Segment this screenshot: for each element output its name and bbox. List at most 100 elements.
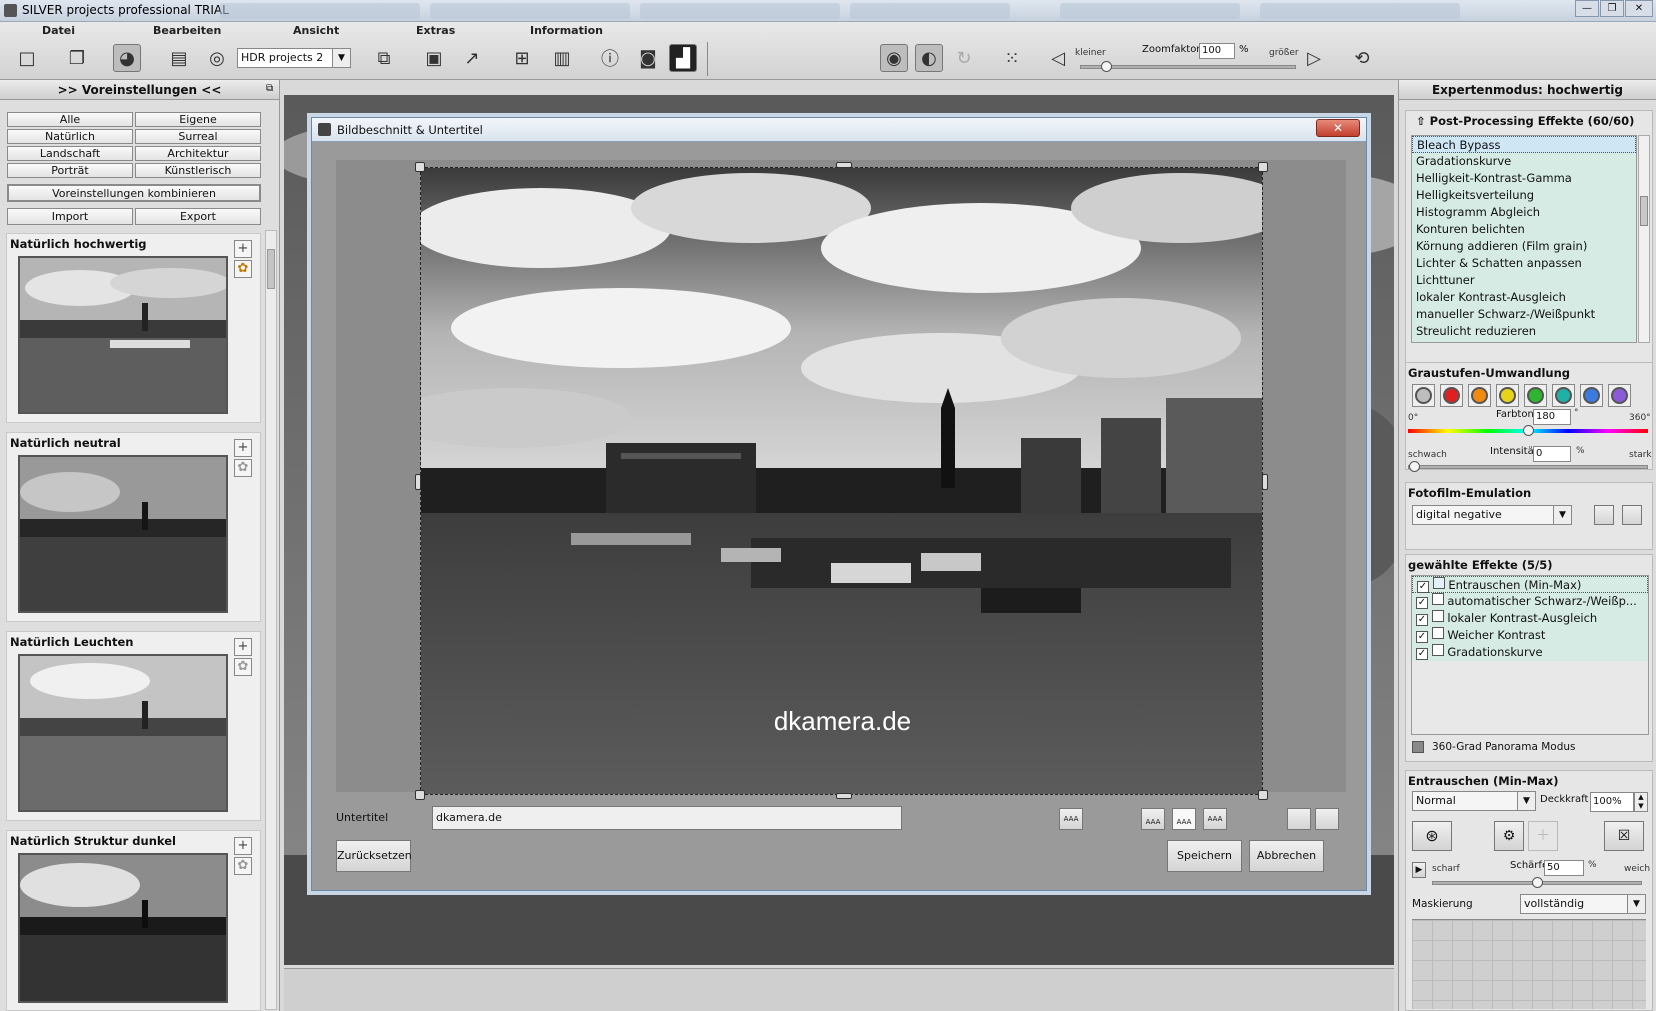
up-arrow-icon[interactable]: ⇧ [1416, 114, 1430, 128]
filter-natuerlich[interactable]: Natürlich [7, 129, 133, 144]
chosen-effects-list[interactable]: ✓ Entrauschen (Min-Max) ✓ automatischer … [1411, 575, 1649, 735]
zoom-slider-knob[interactable] [1101, 61, 1113, 72]
mask-curve-editor[interactable] [1412, 919, 1646, 1009]
checkbox[interactable]: ✓ [1416, 631, 1428, 643]
list-item[interactable]: Gradationskurve [1412, 153, 1636, 170]
export-button[interactable]: Export [135, 208, 261, 225]
scrollbar-thumb[interactable] [267, 249, 275, 289]
filter-landschaft[interactable]: Landschaft [7, 146, 133, 161]
favorite-icon[interactable]: ✿ [234, 857, 252, 875]
add-icon[interactable]: + [234, 439, 252, 457]
intensitaet-slider[interactable] [1408, 461, 1648, 472]
menu-ansicht[interactable]: Ansicht [293, 24, 339, 37]
preset-card[interactable]: Natürlich hochwertig + ✿ [6, 233, 261, 423]
add-icon[interactable]: + [234, 837, 252, 855]
reset-button[interactable]: Zurücksetzen [336, 840, 412, 872]
position-top-icon[interactable] [1315, 808, 1339, 830]
panel-float-icon[interactable]: ⧉ [266, 83, 273, 94]
filter-eigene[interactable]: Eigene [135, 112, 261, 127]
histogram-icon[interactable]: ▟ [669, 44, 697, 72]
farbton-slider-knob[interactable] [1523, 425, 1534, 436]
list-item[interactable]: Lichttuner [1412, 272, 1636, 289]
redo-icon[interactable]: ↻ [950, 44, 978, 72]
list-item[interactable]: Körnung addieren (Film grain) [1412, 238, 1636, 255]
export-icon[interactable]: ▣ [420, 44, 448, 72]
panorama-checkbox[interactable] [1412, 741, 1424, 753]
share-icon[interactable]: ↗ [458, 44, 486, 72]
list-item[interactable]: Helligkeit-Kontrast-Gamma [1412, 170, 1636, 187]
schaerfe-slider-knob[interactable] [1532, 877, 1543, 888]
film-settings-icon[interactable] [1594, 505, 1614, 525]
filter-alle[interactable]: Alle [7, 112, 133, 127]
preview-mask-icon[interactable]: ⊛ [1412, 821, 1452, 851]
crop-handle[interactable] [415, 474, 421, 490]
preview-eye-icon[interactable]: ◉ [880, 44, 908, 72]
pp-scrollbar[interactable] [1638, 135, 1650, 343]
crop-handle[interactable] [415, 790, 425, 800]
intensitaet-slider-knob[interactable] [1409, 461, 1420, 472]
presets-scrollbar[interactable] [265, 230, 277, 1010]
favorite-icon[interactable]: ✿ [234, 260, 252, 278]
batch-icon[interactable]: ⧉ [370, 44, 398, 72]
crop-handle[interactable] [415, 162, 425, 172]
minimize-button[interactable]: — [1575, 0, 1599, 17]
checkbox[interactable]: ✓ [1417, 581, 1429, 593]
align-right-icon[interactable]: AAA [1203, 808, 1227, 830]
checkbox[interactable]: ✓ [1416, 648, 1428, 660]
color-filter-button[interactable] [1608, 384, 1631, 407]
blend-select[interactable]: Normal ▼ [1412, 791, 1536, 811]
list-item[interactable]: ✓ lokaler Kontrast-Ausgleich [1412, 610, 1648, 627]
save-icon[interactable]: ▤ [165, 44, 193, 72]
preset-thumbnail[interactable] [18, 853, 228, 1003]
schaerfe-input[interactable]: 50 [1544, 860, 1584, 876]
save-button[interactable]: Speichern [1167, 840, 1242, 872]
open-file-icon[interactable]: ❐ [63, 44, 91, 72]
filter-portraet[interactable]: Porträt [7, 163, 133, 178]
align-center-icon[interactable]: AAA [1172, 808, 1196, 830]
list-item[interactable]: Histogramm Abgleich [1412, 204, 1636, 221]
color-filter-button[interactable] [1552, 384, 1575, 407]
pp-effect-list[interactable]: Bleach Bypass Gradationskurve Helligkeit… [1411, 135, 1637, 343]
list-item[interactable]: lokaler Kontrast-Ausgleich [1412, 289, 1636, 306]
compare-icon[interactable]: ◐ [915, 44, 943, 72]
menu-bearbeiten[interactable]: Bearbeiten [153, 24, 221, 37]
deckkraft-input[interactable]: 100% [1590, 792, 1634, 812]
cancel-button[interactable]: Abbrechen [1249, 840, 1324, 872]
filter-kuenstlerisch[interactable]: Künstlerisch [135, 163, 261, 178]
crop-handle[interactable] [1258, 162, 1268, 172]
list-item[interactable]: Lichter & Schatten anpassen [1412, 255, 1636, 272]
list-item[interactable]: ✓ Gradationskurve [1412, 644, 1648, 661]
mask-select[interactable]: vollständig ▼ [1520, 894, 1646, 914]
color-filter-button[interactable] [1412, 384, 1435, 407]
preset-card[interactable]: Natürlich neutral + ✿ [6, 432, 261, 622]
list-item[interactable]: ✓ Weicher Kontrast [1412, 627, 1648, 644]
layout-icon[interactable]: ⊞ [508, 44, 536, 72]
close-button[interactable]: ✕ [1625, 0, 1653, 17]
add-mask-icon[interactable]: ＋ [1528, 821, 1558, 851]
new-file-icon[interactable]: □ [13, 44, 41, 72]
align-left-icon[interactable]: AAA [1141, 808, 1165, 830]
crop-handle[interactable] [836, 162, 852, 168]
list-item[interactable]: Streulicht reduzieren [1412, 323, 1636, 340]
color-filter-button[interactable] [1580, 384, 1603, 407]
fit-grid-icon[interactable]: ⁙ [998, 44, 1026, 72]
preset-thumbnail[interactable] [18, 654, 228, 812]
farbton-slider[interactable] [1408, 425, 1648, 436]
crop-handle[interactable] [1262, 474, 1268, 490]
deckkraft-stepper[interactable]: ▲ ▼ [1634, 792, 1648, 812]
checkbox[interactable]: ✓ [1416, 614, 1428, 626]
rotate-icon[interactable]: ⟲ [1348, 44, 1376, 72]
crop-handle[interactable] [836, 793, 852, 799]
color-filter-button[interactable] [1496, 384, 1519, 407]
zoom-out-icon[interactable]: ◁ [1044, 44, 1072, 72]
maximize-button[interactable]: ❐ [1600, 0, 1624, 17]
list-item[interactable]: ✓ Entrauschen (Min-Max) [1412, 576, 1648, 593]
position-bottom-icon[interactable] [1287, 808, 1311, 830]
play-icon[interactable]: ▶ [1412, 862, 1426, 878]
preset-combo[interactable]: HDR projects 2 ▼ [237, 48, 351, 68]
crop-handle[interactable] [1258, 790, 1268, 800]
scrollbar-thumb[interactable] [1640, 196, 1648, 226]
zoom-slider[interactable] [1080, 61, 1296, 72]
intensitaet-input[interactable]: 0 [1533, 446, 1571, 462]
subtitle-input[interactable]: dkamera.de [432, 806, 902, 830]
